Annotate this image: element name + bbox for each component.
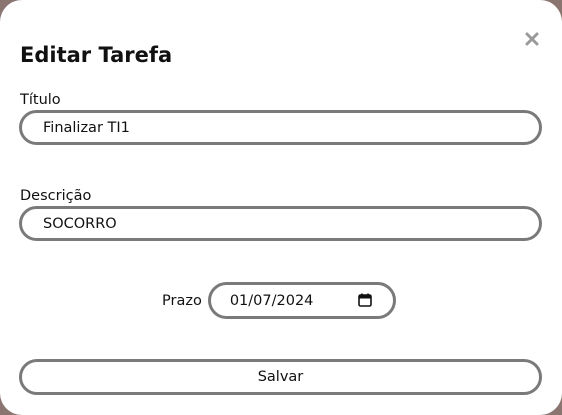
prazo-date-value: 01/07/2024 (229, 292, 314, 309)
modal-title: Editar Tarefa (20, 43, 173, 67)
calendar-icon[interactable] (358, 293, 372, 307)
descricao-label: Descrição (20, 188, 92, 204)
edit-task-modal: Editar Tarefa Título Descrição Prazo 01/… (0, 0, 562, 415)
save-button[interactable]: Salvar (19, 359, 542, 395)
titulo-input[interactable] (19, 110, 542, 145)
descricao-input[interactable] (19, 206, 542, 241)
close-button[interactable] (520, 27, 544, 51)
prazo-row: Prazo 01/07/2024 (162, 282, 396, 319)
prazo-label: Prazo (162, 292, 202, 309)
titulo-label: Título (20, 92, 61, 108)
close-icon (525, 32, 539, 46)
prazo-date-input[interactable]: 01/07/2024 (207, 282, 396, 319)
